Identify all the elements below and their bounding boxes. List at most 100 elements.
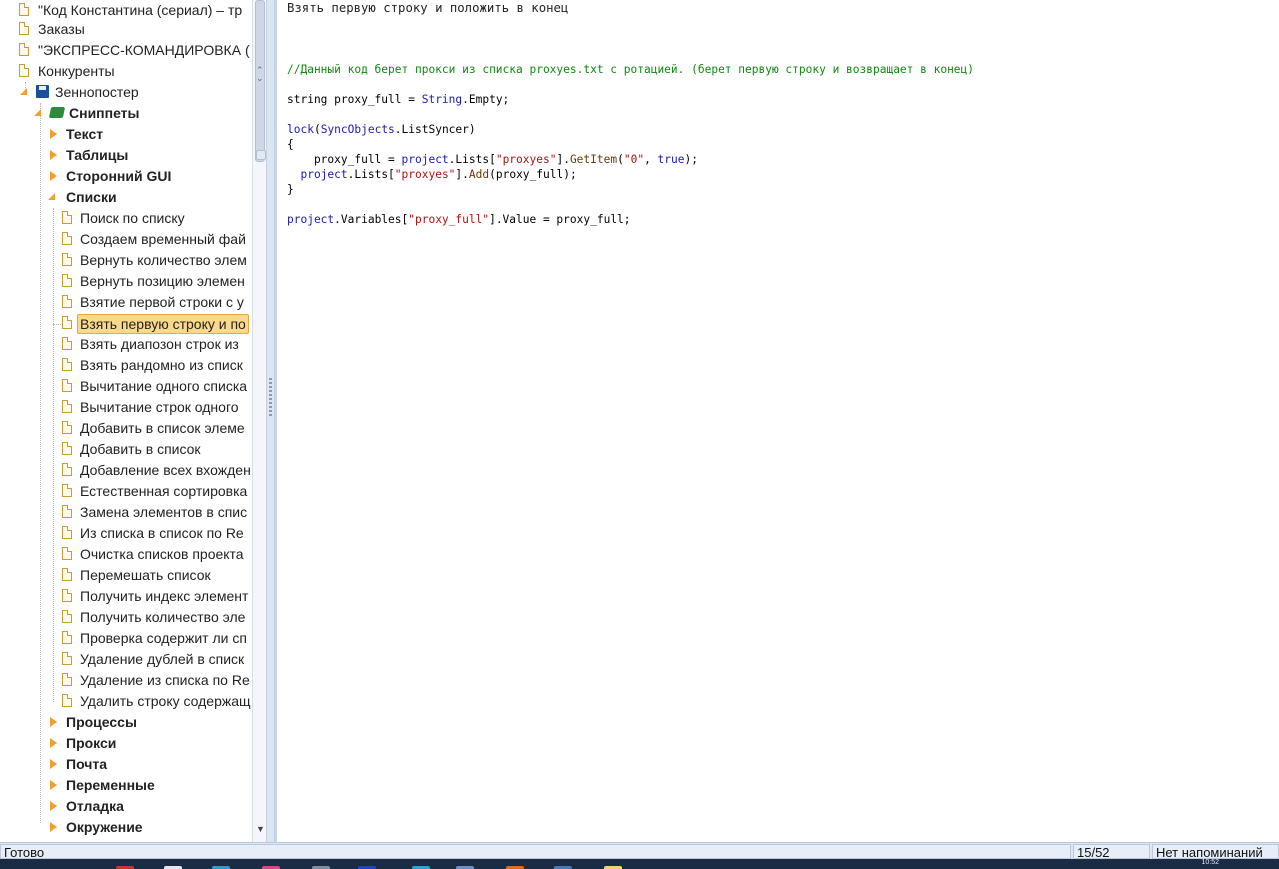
tree-item-label: Сниппеты xyxy=(69,105,140,121)
tree-folder-snippets[interactable]: Сниппеты xyxy=(0,103,252,124)
tree-item-label: Списки xyxy=(66,189,117,205)
tree-item[interactable]: Добавить в список xyxy=(0,439,252,460)
expand-arrow-icon[interactable] xyxy=(50,129,57,139)
tree-folder-zennoposter[interactable]: Зеннопостер xyxy=(0,82,252,103)
code-line: project.Variables["proxy_full"].Value = … xyxy=(287,213,631,226)
tree-item[interactable]: Взять рандомно из списк xyxy=(0,355,252,376)
tree-item[interactable]: Вернуть позицию элемен xyxy=(0,271,252,292)
document-icon xyxy=(62,442,72,455)
collapse-arrow-icon[interactable] xyxy=(34,109,41,116)
document-icon xyxy=(62,253,72,266)
document-icon xyxy=(62,505,72,518)
tree-folder[interactable]: Текст xyxy=(0,124,252,145)
document-icon xyxy=(62,211,72,224)
tree-item[interactable]: Очистка списков проекта xyxy=(0,544,252,565)
tree-item[interactable]: Естественная сортировка xyxy=(0,481,252,502)
tree-item[interactable]: Проверка содержит ли сп xyxy=(0,628,252,649)
tree-item[interactable]: Удалить строку содержащ xyxy=(0,691,252,712)
tree-scrollbar[interactable]: ⌃ ⌄ ▼ xyxy=(252,0,267,842)
status-reminders: Нет напоминаний xyxy=(1152,844,1279,859)
tree-item[interactable]: Конкуренты xyxy=(0,61,252,82)
snippet-tree[interactable]: "Код Константина (сериал) – тр Заказы "Э… xyxy=(0,0,252,842)
tree-folder[interactable]: Процессы xyxy=(0,712,252,733)
document-icon xyxy=(62,484,72,497)
tree-item[interactable]: Получить индекс элемент xyxy=(0,586,252,607)
tree-item-label: Заказы xyxy=(38,21,85,37)
tree-item-label: Взять первую строку и по xyxy=(77,314,249,334)
tree-item[interactable]: Взять диапозон строк из xyxy=(0,334,252,355)
tree-item[interactable]: Перемешать список xyxy=(0,565,252,586)
expand-arrow-icon[interactable] xyxy=(50,150,57,160)
code-token: ); xyxy=(684,153,698,166)
tree-item[interactable]: Получить количество эле xyxy=(0,607,252,628)
tree-item[interactable]: Удаление дублей в списк xyxy=(0,649,252,670)
tree-folder[interactable]: Прокси xyxy=(0,733,252,754)
code-token: } xyxy=(287,183,294,196)
tree-item-label: Создаем временный фай xyxy=(80,231,246,247)
expand-arrow-icon[interactable] xyxy=(50,717,57,727)
code-line: string proxy_full = String.Empty; xyxy=(287,93,509,106)
tree-item-label: Перемешать список xyxy=(80,567,211,583)
tree-folder[interactable]: Почта xyxy=(0,754,252,775)
code-token: (proxy_full); xyxy=(489,168,577,181)
code-editor[interactable]: Взять первую строку и положить в конец /… xyxy=(275,0,1279,842)
tree-folder[interactable]: Переменные xyxy=(0,775,252,796)
collapse-arrow-icon[interactable] xyxy=(20,88,27,95)
code-token: String xyxy=(421,93,463,106)
tree-item[interactable]: Вернуть количество элем xyxy=(0,250,252,271)
collapse-arrow-icon[interactable] xyxy=(48,193,55,200)
expand-arrow-icon[interactable] xyxy=(50,780,57,790)
tree-item-label: Сторонний GUI xyxy=(66,168,172,184)
tree-item[interactable]: Замена элементов в спис xyxy=(0,502,252,523)
expand-arrow-icon[interactable] xyxy=(50,759,57,769)
tree-item[interactable]: Заказы xyxy=(0,19,252,40)
tree-item[interactable]: Добавить в список элеме xyxy=(0,418,252,439)
tree-folder[interactable]: Окружение xyxy=(0,817,252,838)
tree-folder-lists[interactable]: Списки xyxy=(0,187,252,208)
tree-item-label: Прокси xyxy=(66,735,117,751)
code-token: ]. xyxy=(455,168,469,181)
expand-arrow-icon[interactable] xyxy=(50,738,57,748)
tree-item[interactable]: Создаем временный фай xyxy=(0,229,252,250)
tree-item[interactable]: "Код Константина (сериал) – тр xyxy=(0,0,252,21)
book-icon xyxy=(48,107,66,118)
tree-item[interactable]: "ЭКСПРЕСС-КОМАНДИРОВКА ( xyxy=(0,40,252,61)
document-icon xyxy=(62,694,72,707)
tree-item-label: Вернуть позицию элемен xyxy=(80,273,245,289)
status-bar: Готово 15/52 Нет напоминаний xyxy=(0,842,1279,860)
document-icon xyxy=(62,526,72,539)
tree-item-label: Процессы xyxy=(66,714,137,730)
tree-item-label: Переменные xyxy=(66,777,155,793)
panel-splitter[interactable] xyxy=(266,0,275,842)
tree-item-label: Получить количество эле xyxy=(80,609,246,625)
tree-item[interactable]: Добавление всех вхожден xyxy=(0,460,252,481)
document-icon xyxy=(62,232,72,245)
tree-item[interactable]: Взятие первой строки с у xyxy=(0,292,252,313)
code-token: ( xyxy=(617,153,624,166)
document-icon xyxy=(19,64,29,77)
document-icon xyxy=(62,337,72,350)
expand-arrow-icon[interactable] xyxy=(50,822,57,832)
scroll-down-icon[interactable]: ▼ xyxy=(256,824,265,834)
expand-arrow-icon[interactable] xyxy=(50,801,57,811)
code-token: ]. xyxy=(556,153,570,166)
tree-item[interactable]: Вычитание одного списка xyxy=(0,376,252,397)
document-icon xyxy=(19,3,29,16)
tree-item-label: Очистка списков проекта xyxy=(80,546,244,562)
tree-folder[interactable]: Таблицы xyxy=(0,145,252,166)
tree-item-label: Отладка xyxy=(66,798,124,814)
code-line: proxy_full = project.Lists["proxyes"].Ge… xyxy=(287,153,698,166)
tree-item[interactable]: Поиск по списку xyxy=(0,208,252,229)
tree-item[interactable]: Вычитание строк одного xyxy=(0,397,252,418)
tree-item-label: Добавить в список xyxy=(80,441,201,457)
tree-folder[interactable]: Сторонний GUI xyxy=(0,166,252,187)
status-position: 15/52 xyxy=(1073,844,1150,859)
tree-item[interactable]: Из списка в список по Re xyxy=(0,523,252,544)
tree-folder[interactable]: Отладка xyxy=(0,796,252,817)
tree-item[interactable]: Удаление из списка по Re xyxy=(0,670,252,691)
document-icon xyxy=(62,295,72,308)
expand-arrow-icon[interactable] xyxy=(50,171,57,181)
tree-item-selected[interactable]: Взять первую строку и по xyxy=(0,313,252,334)
floppy-disk-icon xyxy=(36,85,49,98)
